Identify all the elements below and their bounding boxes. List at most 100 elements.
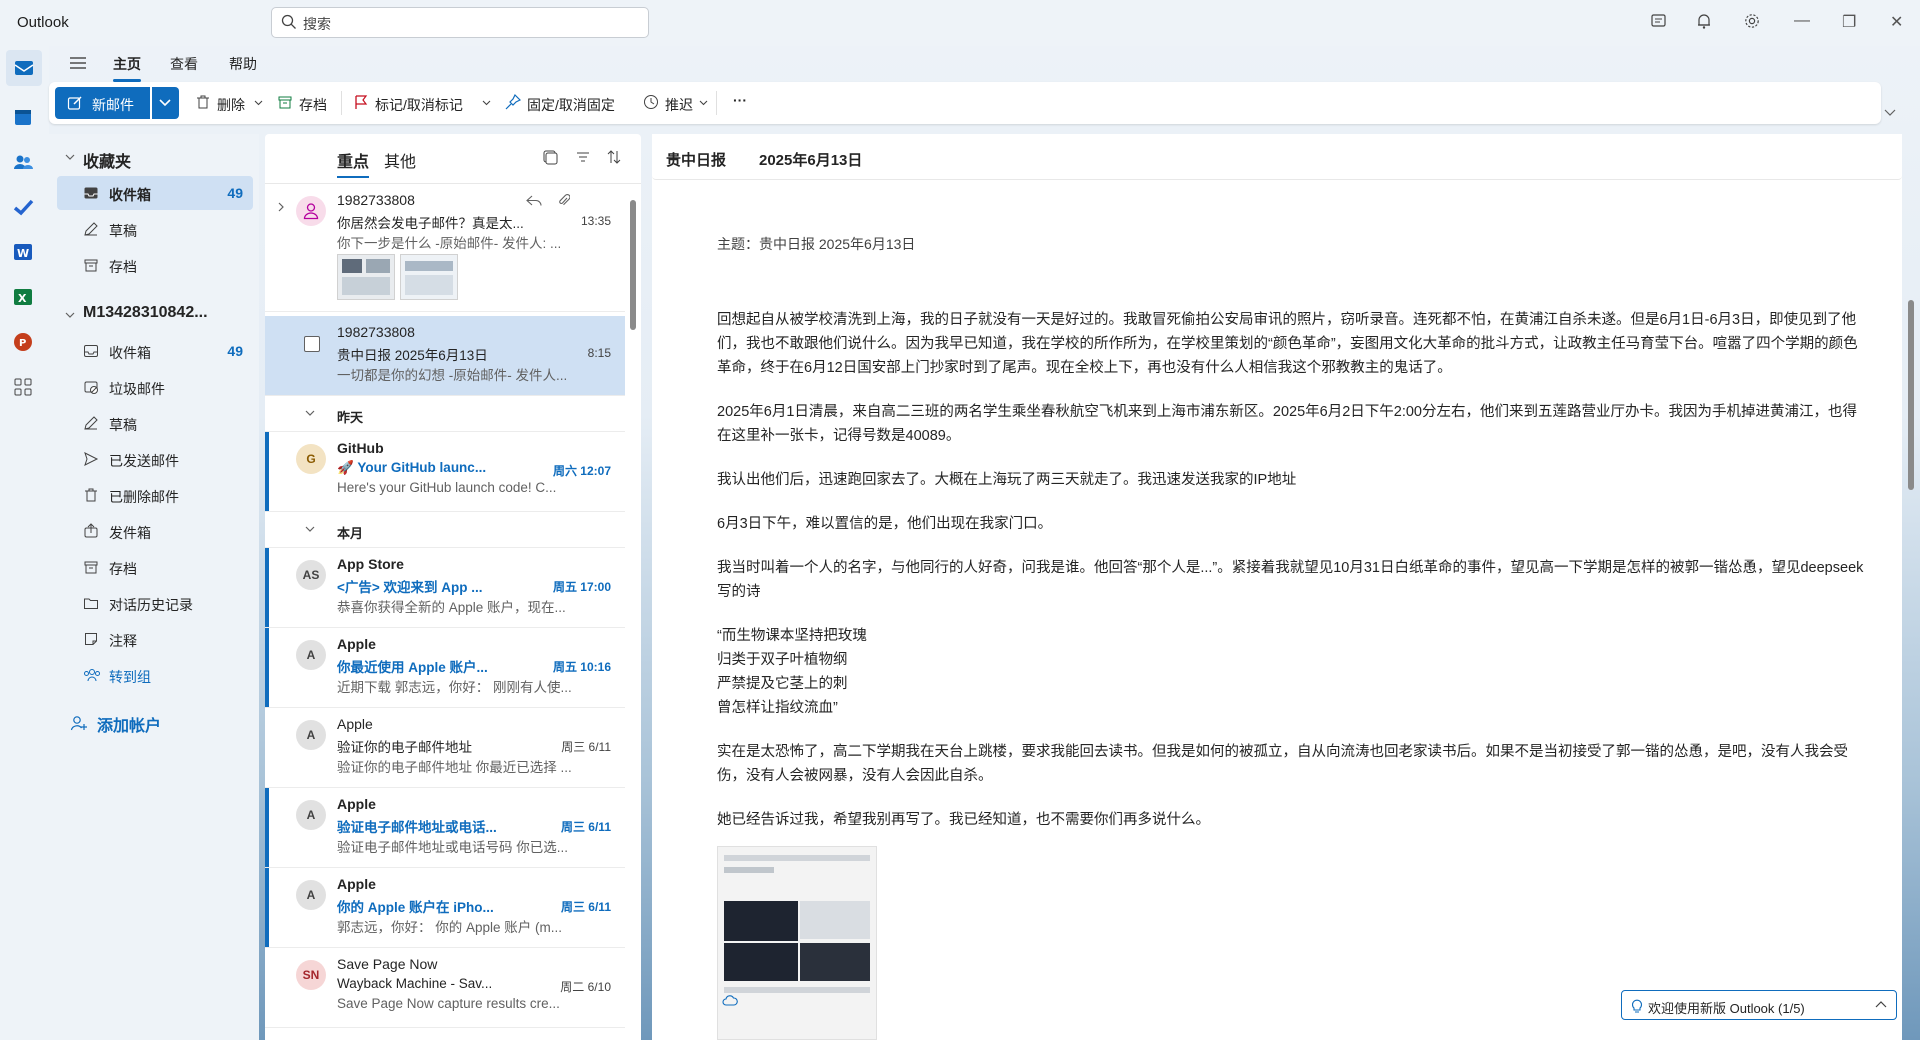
group-header-yesterday[interactable]: 昨天 — [265, 396, 625, 432]
group-header-this-month[interactable]: 本月 — [265, 512, 625, 548]
chevron-down-icon[interactable] — [482, 99, 491, 107]
favorites-inbox[interactable]: 收件箱 49 — [57, 176, 253, 210]
avatar: A — [296, 640, 326, 670]
select-icon[interactable] — [542, 149, 558, 165]
account-archive[interactable]: 存档 — [57, 550, 253, 584]
todo-app-icon[interactable] — [11, 195, 35, 219]
list-item[interactable]: 1982733808 贵中日报 2025年6月13日 8:15 一切都是你的幻想… — [265, 316, 625, 396]
title-bar: Outlook 搜索 — ❐ ✕ — [0, 0, 1920, 46]
bell-icon[interactable] — [1695, 12, 1713, 30]
reading-pane-scrollbar[interactable] — [1908, 300, 1914, 490]
message-preview: 郭志远，你好： 你的 Apple 账户 (m... — [337, 920, 563, 935]
account-outbox[interactable]: 发件箱 — [57, 514, 253, 548]
excel-app-icon[interactable]: X — [11, 285, 35, 309]
message-subject: 你最近使用 Apple 账户... — [337, 660, 488, 675]
new-mail-button[interactable]: 新邮件 — [55, 87, 150, 119]
list-item[interactable]: 1982733808 你居然会发电子邮件？真是太... 13:35 你下一步是什… — [265, 184, 625, 312]
chevron-down-icon — [159, 99, 171, 107]
compose-note-icon[interactable] — [1650, 12, 1668, 30]
calendar-app-icon[interactable] — [11, 105, 35, 129]
message-list-scrollbar[interactable] — [630, 200, 636, 330]
message-time: 周六 12:07 — [552, 464, 611, 478]
inline-image[interactable] — [717, 846, 877, 1040]
ribbon-expand-icon[interactable] — [1884, 108, 1896, 118]
new-mail-dropdown[interactable] — [152, 87, 179, 119]
word-app-icon[interactable]: W — [11, 240, 35, 264]
attachment-thumbnail[interactable] — [400, 254, 458, 300]
flag-icon — [355, 95, 368, 109]
people-app-icon[interactable] — [11, 150, 35, 174]
avatar: A — [296, 720, 326, 750]
message-subject: 验证电子邮件地址或电话... — [337, 820, 497, 835]
list-item[interactable]: A Apple 验证你的电子邮件地址 周三 6/11 验证你的电子邮件地址 你最… — [265, 708, 625, 788]
archive-button[interactable]: 存档 — [299, 95, 327, 115]
delete-button[interactable]: 删除 — [217, 95, 245, 115]
poem-line: 曾怎样让指纹流血” — [717, 700, 838, 716]
chevron-down-icon[interactable] — [699, 99, 708, 107]
flag-button[interactable]: 标记/取消标记 — [375, 95, 463, 115]
tab-home[interactable]: 主页 — [113, 54, 141, 82]
close-icon[interactable]: ✕ — [1890, 12, 1903, 32]
reading-header-date: 2025年6月13日 — [759, 152, 863, 169]
list-item[interactable]: SN Save Page Now Wayback Machine - Sav..… — [265, 948, 625, 1028]
pin-button[interactable]: 固定/取消固定 — [527, 95, 615, 115]
message-sender: GitHub — [337, 440, 384, 456]
account-heading[interactable]: M13428310842... — [83, 304, 208, 322]
account-notes[interactable]: 注释 — [57, 622, 253, 656]
restore-icon[interactable]: ❐ — [1842, 12, 1856, 32]
svg-text:W: W — [17, 247, 29, 260]
list-item[interactable]: G GitHub 🚀 Your GitHub launc... 周六 12:07… — [265, 432, 625, 512]
account-deleted[interactable]: 已删除邮件 — [57, 478, 253, 512]
chevron-down-icon[interactable] — [254, 99, 263, 107]
filter-icon[interactable] — [575, 149, 591, 165]
message-subject: Wayback Machine - Sav... — [337, 976, 493, 991]
minimize-icon[interactable]: — — [1794, 12, 1810, 30]
tab-focused[interactable]: 重点 — [337, 148, 370, 178]
message-sender: Apple — [337, 636, 376, 652]
select-checkbox[interactable] — [304, 336, 320, 352]
list-item[interactable]: A Apple 验证电子邮件地址或电话... 周三 6/11 验证电子邮件地址或… — [265, 788, 625, 868]
mail-app-icon[interactable] — [6, 50, 42, 86]
search-icon — [281, 14, 296, 29]
powerpoint-app-icon[interactable]: P — [11, 330, 35, 354]
email-body: 回想起自从被学校清洗到上海，我的日子就没有一天是好过的。我敢冒死偷拍公安局审讯的… — [717, 308, 1867, 852]
account-inbox[interactable]: 收件箱 49 — [57, 334, 253, 368]
hamburger-icon[interactable] — [69, 56, 87, 73]
folder-label: 已删除邮件 — [109, 489, 179, 505]
sort-icon[interactable] — [606, 149, 622, 165]
list-item[interactable]: A Apple 你的 Apple 账户在 iPho... 周三 6/11 郭志远… — [265, 868, 625, 948]
avatar: A — [296, 880, 326, 910]
list-item[interactable]: A Apple 你最近使用 Apple 账户... 周五 10:16 近期下载 … — [265, 628, 625, 708]
add-account-link[interactable]: 添加帐户 — [97, 712, 161, 736]
tab-view[interactable]: 查看 — [170, 54, 198, 74]
snooze-button[interactable]: 推迟 — [665, 95, 693, 115]
avatar: SN — [296, 960, 326, 990]
go-to-groups[interactable]: 转到组 — [57, 658, 253, 692]
gear-icon[interactable] — [1743, 12, 1761, 30]
message-time: 周三 6/11 — [560, 820, 611, 834]
chevron-up-icon[interactable] — [1875, 1000, 1887, 1010]
account-conversation-history[interactable]: 对话历史记录 — [57, 586, 253, 620]
chevron-down-icon[interactable] — [65, 153, 75, 161]
account-sent[interactable]: 已发送邮件 — [57, 442, 253, 476]
favorites-drafts[interactable]: 草稿 — [57, 212, 253, 246]
list-item[interactable]: AS App Store <广告> 欢迎来到 App ... 周五 17:00 … — [265, 548, 625, 628]
body-paragraph: 我认出他们后，迅速跑回家去了。大概在上海玩了两三天就走了。我迅速发送我家的IP地… — [717, 472, 1297, 488]
folder-label: 收件箱 — [109, 345, 151, 361]
trash-icon — [85, 488, 97, 502]
attachment-thumbnail[interactable] — [337, 254, 395, 300]
account-drafts[interactable]: 草稿 — [57, 406, 253, 440]
tab-help[interactable]: 帮助 — [229, 54, 257, 74]
more-apps-icon[interactable] — [11, 375, 35, 399]
more-options-button[interactable]: ··· — [733, 92, 747, 108]
message-sender: 1982733808 — [337, 192, 415, 208]
chevron-right-icon[interactable] — [277, 202, 285, 212]
reply-icon — [526, 195, 542, 206]
account-junk[interactable]: 垃圾邮件 — [57, 370, 253, 404]
chevron-down-icon[interactable] — [65, 311, 75, 319]
welcome-banner[interactable]: 欢迎使用新版 Outlook (1/5) — [1621, 990, 1897, 1020]
favorites-heading[interactable]: 收藏夹 — [83, 148, 131, 172]
search-input[interactable]: 搜索 — [271, 7, 649, 38]
favorites-archive[interactable]: 存档 — [57, 248, 253, 282]
tab-other[interactable]: 其他 — [384, 148, 416, 172]
